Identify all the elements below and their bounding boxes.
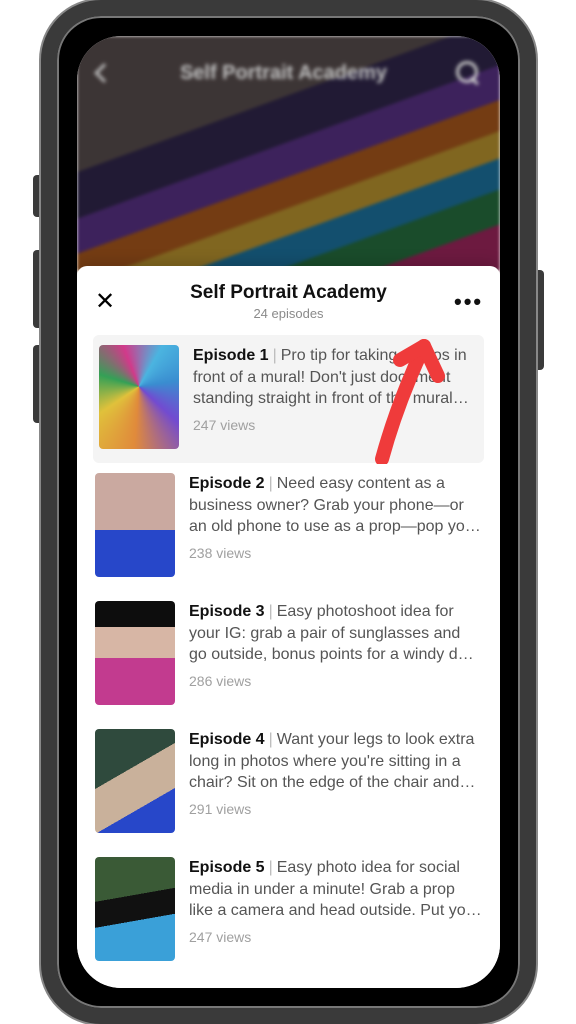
episode-label: Episode 5 <box>189 859 265 876</box>
episode-thumbnail <box>95 729 175 833</box>
episode-row[interactable]: Episode 3|Easy photoshoot idea for your … <box>93 591 484 719</box>
sheet-header: ✕ Self Portrait Academy 24 episodes ••• <box>77 266 500 333</box>
episode-text: Episode 4|Want your legs to look extra l… <box>189 729 482 833</box>
playlist-hero: Self Portrait Academy <box>77 36 500 271</box>
episode-views: 247 views <box>189 928 482 947</box>
more-options-button[interactable]: ••• <box>454 289 482 315</box>
hero-nav-bar: Self Portrait Academy <box>77 50 500 96</box>
close-button[interactable]: ✕ <box>95 287 123 316</box>
episode-text: Episode 3|Easy photoshoot idea for your … <box>189 601 482 705</box>
hero-title: Self Portrait Academy <box>111 62 456 85</box>
episode-label: Episode 3 <box>189 603 265 620</box>
phone-screen: Self Portrait Academy ✕ Self Portrait Ac… <box>77 36 500 988</box>
episode-thumbnail <box>95 857 175 961</box>
playlist-sheet: ✕ Self Portrait Academy 24 episodes ••• … <box>77 266 500 988</box>
episode-label: Episode 1 <box>193 347 269 364</box>
episode-row[interactable]: Episode 1|Pro tip for taking photos in f… <box>93 335 484 463</box>
episode-views: 286 views <box>189 672 482 691</box>
episode-text: Episode 1|Pro tip for taking photos in f… <box>193 345 478 449</box>
episode-row[interactable]: Episode 5|Easy photo idea for social med… <box>93 847 484 975</box>
episode-text: Episode 2|Need easy content as a busines… <box>189 473 482 577</box>
sheet-title: Self Portrait Academy <box>123 282 454 304</box>
episode-row[interactable]: Episode 2|Need easy content as a busines… <box>93 463 484 591</box>
episode-views: 247 views <box>193 416 478 435</box>
episode-row[interactable]: Episode 4|Want your legs to look extra l… <box>93 719 484 847</box>
episode-label: Episode 2 <box>189 475 265 492</box>
episode-list[interactable]: Episode 1|Pro tip for taking photos in f… <box>77 333 500 988</box>
episode-label: Episode 4 <box>189 731 265 748</box>
episode-thumbnail <box>95 473 175 577</box>
phone-shell: Self Portrait Academy ✕ Self Portrait Ac… <box>41 0 536 1024</box>
episode-thumbnail <box>95 601 175 705</box>
episode-views: 238 views <box>189 544 482 563</box>
episode-thumbnail <box>99 345 179 449</box>
sheet-subtitle: 24 episodes <box>123 306 454 321</box>
episode-views: 291 views <box>189 800 482 819</box>
episode-text: Episode 5|Easy photo idea for social med… <box>189 857 482 961</box>
sheet-title-wrap: Self Portrait Academy 24 episodes <box>123 282 454 321</box>
search-icon[interactable] <box>456 61 480 85</box>
phone-frame: Self Portrait Academy ✕ Self Portrait Ac… <box>41 0 536 1024</box>
